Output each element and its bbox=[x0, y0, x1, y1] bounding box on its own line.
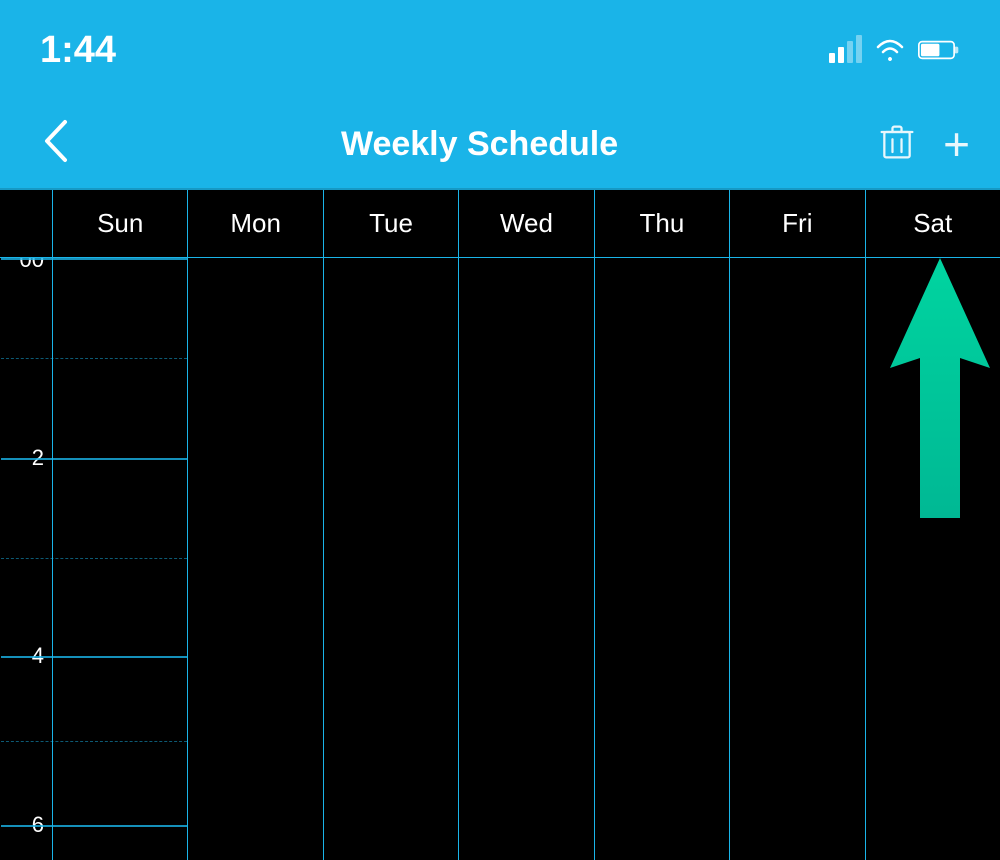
day-column-sun[interactable] bbox=[52, 258, 187, 860]
day-column-fri[interactable] bbox=[729, 258, 864, 860]
battery-icon bbox=[918, 39, 960, 61]
day-header-sun: Sun bbox=[52, 190, 187, 257]
day-column-wed[interactable] bbox=[458, 258, 593, 860]
day-header-fri: Fri bbox=[729, 190, 864, 257]
status-bar: 1:44 bbox=[0, 0, 1000, 100]
day-column-thu[interactable] bbox=[594, 258, 729, 860]
wifi-icon bbox=[874, 37, 906, 63]
day-header-sat: Sat bbox=[865, 190, 1000, 257]
day-header-tue: Tue bbox=[323, 190, 458, 257]
day-columns[interactable] bbox=[52, 258, 1000, 860]
nav-bar: Weekly Schedule + bbox=[0, 100, 1000, 190]
day-headers: Sun Mon Tue Wed Thu Fri Sat bbox=[0, 190, 1000, 258]
status-icons bbox=[829, 37, 960, 63]
add-button[interactable]: + bbox=[943, 121, 970, 167]
day-column-tue[interactable] bbox=[323, 258, 458, 860]
time-gutter-header bbox=[0, 190, 52, 257]
nav-actions: + bbox=[879, 121, 970, 167]
day-header-mon: Mon bbox=[187, 190, 322, 257]
trash-button[interactable] bbox=[879, 123, 915, 166]
back-button[interactable] bbox=[30, 118, 80, 171]
signal-icon bbox=[829, 37, 862, 63]
time-label-00: 00 bbox=[20, 258, 44, 273]
day-header-wed: Wed bbox=[458, 190, 593, 257]
grid-body: 00 2 4 6 bbox=[0, 258, 1000, 860]
time-gutter: 00 2 4 6 bbox=[0, 258, 52, 860]
day-column-sat[interactable] bbox=[865, 258, 1000, 860]
page-title: Weekly Schedule bbox=[80, 125, 879, 164]
day-column-mon[interactable] bbox=[187, 258, 322, 860]
day-header-thu: Thu bbox=[594, 190, 729, 257]
calendar-container: Sun Mon Tue Wed Thu Fri Sat 00 2 4 6 bbox=[0, 190, 1000, 860]
status-time: 1:44 bbox=[40, 29, 116, 72]
